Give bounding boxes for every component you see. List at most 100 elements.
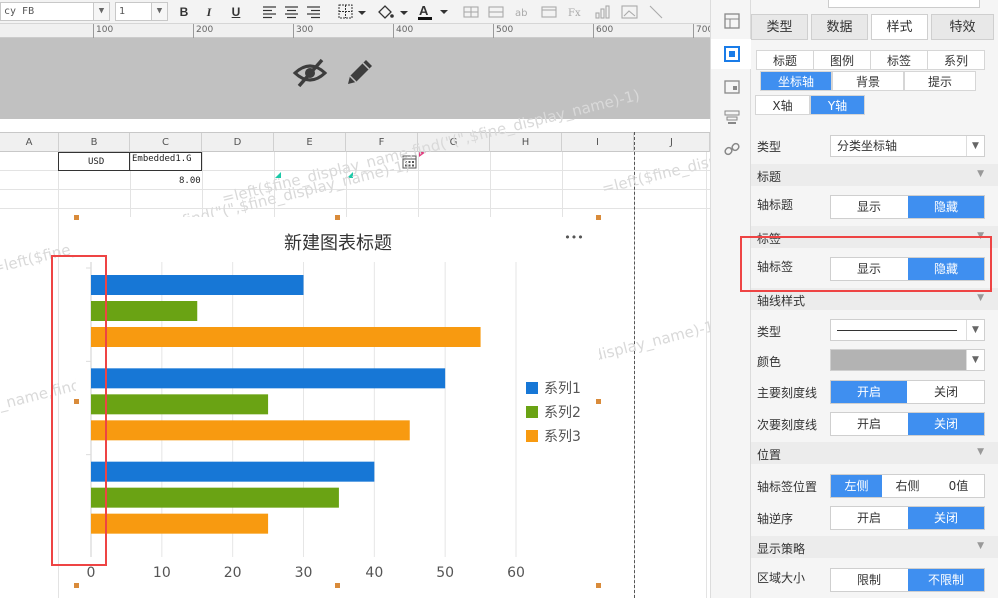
y-axis-tab[interactable]: Y轴 [810,95,865,115]
legend-swatch [526,406,538,418]
column-j[interactable]: J [634,133,710,152]
tab-data[interactable]: 数据 [811,14,868,40]
section-position[interactable]: 位置 ▼ [751,442,998,464]
label-position-toggle[interactable]: 左侧 右侧 0值 [830,474,985,498]
edit-pencil-icon[interactable] [343,55,377,89]
column-i[interactable]: I [562,133,634,152]
section-title-text: 标题 [757,170,782,184]
axis-reverse-on[interactable]: 开启 [831,507,907,529]
column-c[interactable]: C [130,133,202,152]
subtab-axis[interactable]: 坐标轴 [760,71,832,91]
bold-button[interactable]: B [176,3,192,21]
font-color-icon[interactable]: A [416,3,450,21]
resize-handle[interactable] [335,583,340,588]
major-tick-off[interactable]: 关闭 [908,381,984,403]
link-icon[interactable] [723,140,741,158]
label-position-zero[interactable]: 0值 [933,475,984,497]
x-tick-label: 60 [507,565,525,581]
svg-text:A: A [419,3,429,18]
subtab-background[interactable]: 背景 [832,71,904,91]
area-size-limit[interactable]: 限制 [831,569,907,591]
font-size-select[interactable]: 1 ▼ [115,2,168,21]
subtab-title[interactable]: 标题 [756,50,814,70]
legend-label: 系列1 [544,381,581,397]
minor-tick-on[interactable]: 开启 [831,413,907,435]
align-icons[interactable] [263,6,329,19]
name-field[interactable] [828,0,980,8]
column-header: A B C D E F G H I J [0,132,710,152]
major-tick-toggle[interactable]: 开启 关闭 [830,380,985,404]
widget-icon[interactable] [723,78,741,96]
italic-button[interactable]: I [201,3,217,21]
collapse-icon: ▼ [977,541,984,551]
cell-c2-value: 8.00 [179,176,201,186]
resize-handle[interactable] [74,215,79,220]
axis-type-select[interactable]: 分类坐标轴 ▼ [830,135,985,157]
resize-handle[interactable] [74,583,79,588]
cell-c1-value: Embedded1.G [132,154,192,164]
x-tick-label: 50 [436,565,454,581]
ruler: 100 200 300 400 500 600 700 [0,24,710,38]
major-tick-on[interactable]: 开启 [831,381,907,403]
chart-menu-icon[interactable]: ••• [564,231,583,244]
bar-chart[interactable]: 新建图表标题 ••• 0 10 20 30 40 50 60 系列1 系列2 系列3 [76,217,599,598]
section-display[interactable]: 显示策略 ▼ [751,536,998,558]
x-axis-tab[interactable]: X轴 [755,95,810,115]
column-b[interactable]: B [59,133,130,152]
tab-style[interactable]: 样式 [871,14,928,40]
subtab-label[interactable]: 标签 [870,50,928,70]
column-e[interactable]: E [274,133,346,152]
font-size-value: 1 [119,6,126,17]
section-line-text: 轴线样式 [757,294,806,308]
resize-handle[interactable] [596,583,601,588]
axis-title-hide[interactable]: 隐藏 [908,196,984,218]
column-a[interactable]: A [0,133,59,152]
border-icon[interactable] [338,4,368,20]
resize-handle[interactable] [596,215,601,220]
underline-button[interactable]: U [228,3,244,21]
label-position-left[interactable]: 左侧 [831,475,882,497]
section-title[interactable]: 标题 ▼ [751,164,998,186]
subtab-series[interactable]: 系列 [927,50,985,70]
axis-title-toggle[interactable]: 显示 隐藏 [830,195,985,219]
report-designer: cy FB ▼ 1 ▼ B I U A ab Fx 100 200 300 40… [0,0,710,598]
area-size-toggle[interactable]: 限制 不限制 [830,568,985,592]
area-size-label: 区域大小 [757,571,806,585]
eye-off-icon[interactable] [292,55,328,91]
axis-reverse-off[interactable]: 关闭 [908,507,984,529]
layers-icon[interactable] [723,108,741,126]
minor-tick-toggle[interactable]: 开启 关闭 [830,412,985,436]
subtab-tooltip[interactable]: 提示 [904,71,976,91]
spacer-row [0,119,710,132]
column-d[interactable]: D [202,133,274,152]
chart-property-icon[interactable] [723,45,741,63]
cell-b1-value: USD [88,157,105,167]
line-type-select[interactable]: ▼ [830,319,985,341]
area-size-no-limit[interactable]: 不限制 [908,569,984,591]
page-break-line [634,132,635,598]
minor-tick-off[interactable]: 关闭 [908,413,984,435]
section-display-text: 显示策略 [757,542,806,556]
x-tick-label: 30 [295,565,313,581]
chart-title[interactable]: 新建图表标题 [284,233,392,254]
x-tick-label: 40 [365,565,383,581]
bar-2 [91,487,339,508]
tab-type[interactable]: 类型 [751,14,808,40]
tab-effects[interactable]: 特效 [931,14,994,40]
subtab-legend[interactable]: 图例 [813,50,871,70]
label-position-right[interactable]: 右侧 [882,475,933,497]
insert-toolbar-icons[interactable]: ab Fx [462,4,702,20]
cell-property-icon[interactable] [723,12,741,30]
axis-title-show[interactable]: 显示 [831,196,907,218]
chart-container[interactable]: 新建图表标题 ••• 0 10 20 30 40 50 60 系列1 系列2 系列3 [76,217,599,598]
svg-text:ab: ab [515,8,527,19]
font-family-select[interactable]: cy FB ▼ [0,2,110,21]
color-picker[interactable]: ▼ [830,349,985,371]
section-position-text: 位置 [757,448,782,462]
ruler-label: 500 [496,25,514,35]
axis-reverse-toggle[interactable]: 开启 关闭 [830,506,985,530]
bar-3 [91,327,481,347]
resize-handle[interactable] [335,215,340,220]
resize-handle[interactable] [596,399,601,404]
fill-color-icon[interactable] [376,4,410,20]
